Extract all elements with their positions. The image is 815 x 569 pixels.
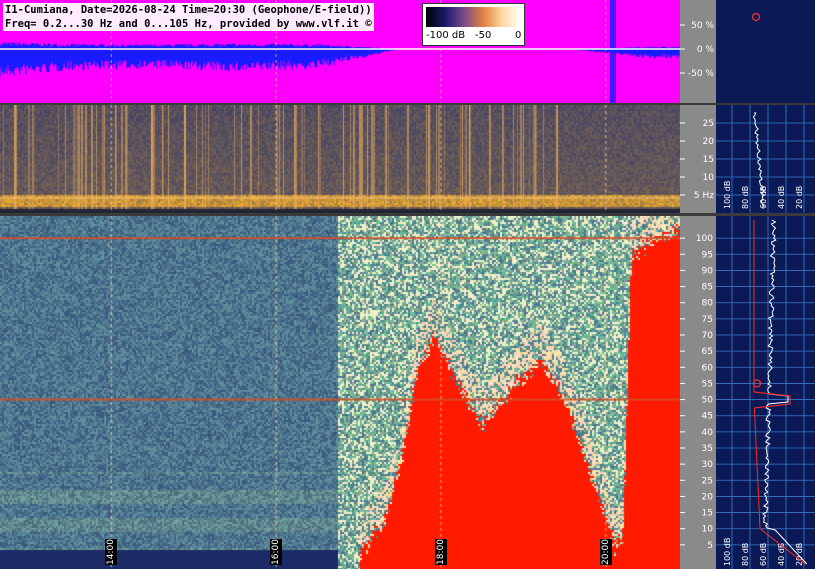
colorbar: -100 dB -50 0 <box>422 3 525 46</box>
high-freq-overlay <box>0 216 680 569</box>
colorbar-label-max: 0 <box>515 30 522 41</box>
side-scale-label: 80 dB <box>741 186 750 209</box>
side-scale-label: 100 dB <box>723 181 732 209</box>
high-freq-ytick-label: 60 <box>702 363 714 373</box>
low-freq-heatmap <box>0 105 680 213</box>
high-freq-spectrogram <box>0 216 680 569</box>
high-freq-ytick-label: 70 <box>702 331 714 341</box>
time-label: 14:00 <box>105 539 118 565</box>
high-freq-ytick-label: 20 <box>702 492 714 502</box>
side-scale-label: 60 dB <box>759 543 768 566</box>
colorbar-gradient <box>426 7 521 27</box>
waveform-burst <box>609 0 616 103</box>
high-freq-ytick-label: 65 <box>702 347 713 357</box>
high-freq-axis: 100 95 90 85 80 75 70 65 60 55 50 45 40 35 30 25 20 15 10 5 <box>680 216 716 569</box>
low-freq-side-panel: 100 dB 80 dB 60 dB 40 dB 20 dB <box>716 105 815 213</box>
low-freq-ytick-label: 10 <box>703 173 715 183</box>
high-freq-ytick-label: 45 <box>702 412 713 422</box>
low-freq-axis: 25 20 15 10 5 Hz <box>680 105 716 213</box>
header-text: I1-Cumiana, Date=2026-08-24 Time=20:30 (… <box>3 3 374 31</box>
high-freq-ytick-label: 85 <box>702 283 713 293</box>
waveform-ytick-label: -50 % <box>688 69 715 79</box>
high-freq-ytick-label: 15 <box>702 509 713 519</box>
side-scale-label: 20 dB <box>795 186 804 209</box>
low-freq-ytick-label: 25 <box>703 119 714 129</box>
high-freq-ytick-label: 5 <box>707 541 713 551</box>
high-freq-ytick-label: 30 <box>702 460 714 470</box>
high-freq-ytick-label: 35 <box>702 444 713 454</box>
colorbar-label-mid: -50 <box>475 30 492 41</box>
high-freq-ytick-label: 50 <box>702 396 714 406</box>
colorbar-label-min: -100 dB <box>426 30 466 41</box>
side-scale-label: 40 dB <box>777 543 786 566</box>
high-freq-side-graphic: 100 dB 80 dB 60 dB 40 dB 20 dB <box>716 216 815 569</box>
high-freq-ytick-label: 25 <box>702 476 713 486</box>
high-freq-ytick-label: 95 <box>702 250 713 260</box>
header-line2: Freq= 0.2...30 Hz and 0...105 Hz, provid… <box>3 17 374 31</box>
waveform-ytick-label: 50 % <box>691 21 714 31</box>
waveform-axis: 50 % 0 % -50 % <box>680 0 716 103</box>
waveform-ytick-label: 0 % <box>697 45 715 55</box>
low-freq-axis-ticks: 25 20 15 10 5 Hz <box>680 119 715 201</box>
high-freq-ytick-label: 75 <box>702 315 713 325</box>
low-freq-side-graphic: 100 dB 80 dB 60 dB 40 dB 20 dB <box>716 105 815 213</box>
waveform-axis-ticks: 50 % 0 % -50 % <box>680 21 715 79</box>
high-freq-ytick-label: 40 <box>702 428 714 438</box>
time-label: 20:00 <box>599 539 612 565</box>
high-freq-axis-ticks: 100 95 90 85 80 75 70 65 60 55 50 45 40 35 30 25 20 15 10 5 <box>680 234 714 551</box>
side-scale-label: 80 dB <box>741 543 750 566</box>
low-freq-ytick-label: 20 <box>703 137 715 147</box>
waveform-side-graphic <box>751 12 761 22</box>
time-label: 16:00 <box>270 539 283 565</box>
high-freq-ytick-label: 10 <box>702 525 714 535</box>
side-marker-circle <box>751 12 761 22</box>
side-scale-label: 40 dB <box>777 186 786 209</box>
high-freq-ytick-label: 80 <box>702 299 714 309</box>
header-line1: I1-Cumiana, Date=2026-08-24 Time=20:30 (… <box>3 3 374 17</box>
high-freq-ytick-label: 100 <box>696 234 713 244</box>
low-freq-ytick-label: 5 Hz <box>694 191 714 201</box>
waveform-side-panel <box>716 0 815 103</box>
high-freq-ytick-label: 90 <box>702 266 714 276</box>
waveform-panel: I1-Cumiana, Date=2026-08-24 Time=20:30 (… <box>0 0 680 103</box>
side-scale-label: 100 dB <box>723 538 732 566</box>
low-freq-spectrogram <box>0 105 680 213</box>
high-freq-side-panel: 100 dB 80 dB 60 dB 40 dB 20 dB <box>716 216 815 569</box>
high-freq-ytick-label: 55 <box>702 379 713 389</box>
time-label: 18:00 <box>434 539 447 565</box>
low-freq-ytick-label: 15 <box>703 155 714 165</box>
